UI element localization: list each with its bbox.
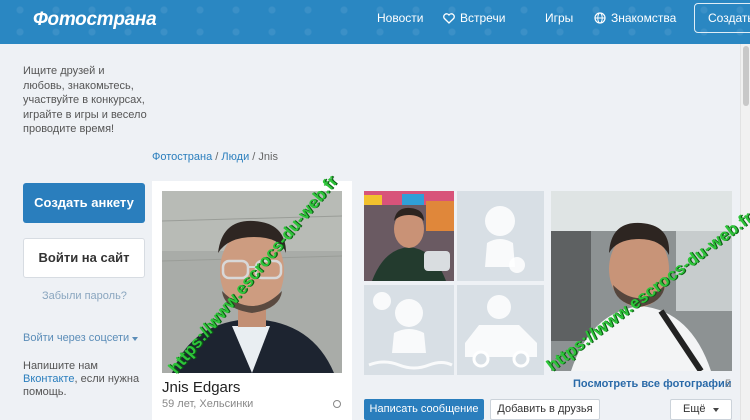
breadcrumb-people[interactable]: Люди	[221, 151, 249, 163]
photo-placeholder-1[interactable]	[457, 191, 544, 281]
globe-icon	[594, 12, 606, 24]
photo-thumb-1[interactable]	[364, 191, 454, 281]
nav-meetings-label: Встречи	[460, 11, 506, 25]
profile-name: Jnis Edgars	[162, 379, 241, 396]
photo-placeholder-3[interactable]	[457, 285, 544, 375]
nav-dating[interactable]: Знакомства	[594, 11, 676, 25]
chevron-down-icon	[132, 336, 139, 341]
heart-icon	[443, 12, 455, 24]
view-all-photos-link[interactable]: Посмотреть все фотографии	[573, 378, 732, 390]
more-actions-button[interactable]: Ещё	[670, 399, 732, 420]
main-profile-photo[interactable]	[162, 191, 342, 373]
social-login-label: Войти через соцсети	[23, 332, 130, 344]
help-text-prefix: Напишите нам	[23, 360, 98, 372]
promo-text: Ищите друзей и любовь, знакомьтесь, учас…	[23, 65, 147, 135]
online-status-icon	[333, 400, 341, 408]
nav-games-label: Игры	[545, 11, 574, 25]
more-actions-label: Ещё	[683, 403, 706, 415]
page-scrollbar[interactable]	[740, 44, 750, 420]
nav-meetings[interactable]: Встречи	[443, 11, 505, 25]
nav-news[interactable]: Новости	[377, 11, 423, 25]
profile-age-city: 59 лет, Хельсинки	[162, 398, 254, 410]
breadcrumb-root[interactable]: Фотострана	[152, 151, 212, 163]
profile-card: Jnis Edgars 59 лет, Хельсинки	[152, 181, 352, 420]
breadcrumb-current: Jnis	[258, 151, 278, 163]
forgot-password-link[interactable]: Забыли пароль?	[42, 290, 127, 302]
chevron-down-icon	[713, 408, 719, 412]
nav-games[interactable]: Игры	[545, 11, 573, 25]
help-text: Напишите нам Вконтакте, если нужна помощ…	[23, 360, 148, 399]
nav-dating-label: Знакомства	[611, 11, 677, 25]
photo-placeholder-2[interactable]	[364, 285, 454, 375]
login-button[interactable]: Войти на сайт	[23, 238, 145, 278]
vkontakte-link[interactable]: Вконтакте	[23, 373, 74, 385]
nav-news-label: Новости	[377, 11, 424, 25]
social-login-link[interactable]: Войти через соцсети	[23, 332, 139, 344]
breadcrumb-sep-2: /	[249, 151, 259, 163]
scrollbar-thumb[interactable]	[743, 46, 749, 106]
breadcrumb: Фотострана / Люди / Jnis	[152, 151, 278, 163]
site-logo[interactable]: Фотострана	[33, 9, 157, 31]
header-create-button[interactable]: Создать	[694, 3, 750, 33]
add-friend-button[interactable]: Добавить в друзья	[490, 399, 600, 420]
send-message-button[interactable]: Написать сообщение	[364, 399, 484, 420]
create-profile-button[interactable]: Создать анкету	[23, 183, 145, 223]
photos-count: 5	[725, 378, 732, 390]
top-header: Фотострана Новости Встречи Игры Знакомст…	[0, 0, 750, 44]
photo-thumb-large[interactable]	[551, 191, 732, 371]
